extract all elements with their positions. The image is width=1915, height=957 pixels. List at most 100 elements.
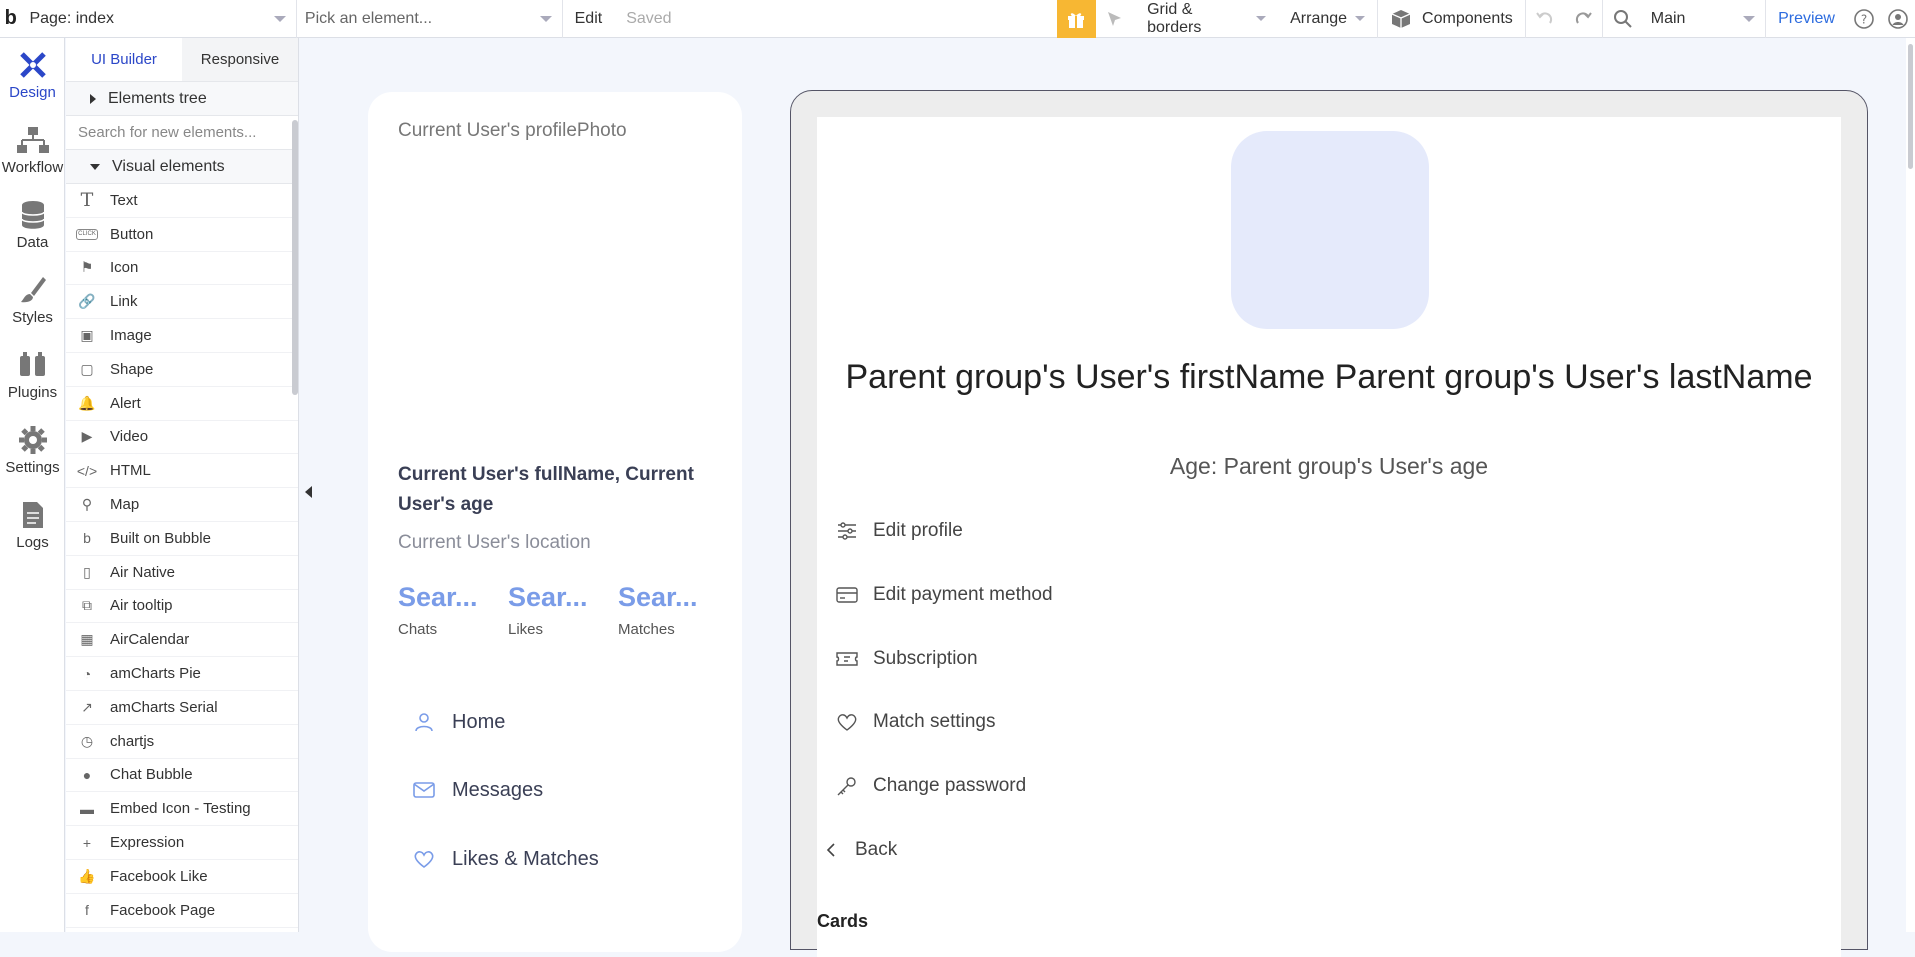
menu-subscription[interactable]: Subscription	[835, 647, 978, 671]
rail-logs[interactable]: Logs	[0, 488, 65, 563]
menu-edit-payment[interactable]: Edit payment method	[835, 583, 1053, 607]
element-list-item[interactable]: 🔗 Link	[66, 285, 298, 320]
arrange-label: Arrange	[1290, 9, 1348, 27]
element-list-item-label: Button	[110, 225, 154, 243]
element-search-input[interactable]: Search for new elements...	[66, 116, 298, 150]
left-nav-rail: Design Workflow Data Styles Plugins Sett…	[0, 38, 65, 932]
chevron-down-icon	[1256, 16, 1267, 21]
element-type-icon: f	[85, 902, 89, 919]
branch-selector[interactable]: Main	[1643, 0, 1767, 38]
rail-styles[interactable]: Styles	[0, 263, 65, 338]
profile-page-content: Parent group's User's firstName Parent g…	[817, 117, 1841, 957]
edit-button[interactable]: Edit	[563, 0, 615, 38]
account-icon[interactable]	[1881, 0, 1915, 38]
element-list-item[interactable]: ▯ Air Native	[66, 556, 298, 590]
element-list-item[interactable]: </> HTML	[66, 454, 298, 489]
element-list-item[interactable]: ▢ Shape	[66, 353, 298, 387]
stat-chats[interactable]: Sear... Chats	[398, 582, 508, 638]
element-list-item[interactable]: 🔔 Alert	[66, 387, 298, 421]
tab-ui-builder[interactable]: UI Builder	[66, 38, 182, 81]
profile-name-heading[interactable]: Parent group's User's firstName Parent g…	[817, 353, 1841, 401]
redo-icon[interactable]	[1564, 0, 1602, 38]
menu-match-settings[interactable]: Match settings	[835, 710, 996, 734]
caret-down-icon	[90, 163, 100, 170]
panel-tabs: UI Builder Responsive	[66, 38, 298, 82]
user-location-text[interactable]: Current User's location	[398, 532, 591, 554]
rail-workflow[interactable]: Workflow	[0, 113, 65, 188]
bubble-logo[interactable]: b	[0, 0, 21, 38]
rail-logs-label: Logs	[16, 534, 49, 551]
rail-settings[interactable]: Settings	[0, 413, 65, 488]
canvas-scrollbar-track[interactable]	[1906, 38, 1915, 932]
visual-elements-toggle[interactable]: Visual elements	[66, 150, 298, 184]
user-icon	[415, 713, 433, 732]
arrange-menu[interactable]: Arrange	[1278, 0, 1377, 38]
nav-home[interactable]: Home	[412, 710, 505, 734]
help-icon[interactable]: ?	[1847, 0, 1881, 38]
element-picker[interactable]: Pick an element...	[297, 0, 563, 38]
profile-sidebar-card[interactable]: Current User's profilePhoto Current User…	[368, 92, 742, 952]
grid-borders-menu[interactable]: Grid & borders	[1135, 0, 1278, 38]
element-type-icon: ⧉	[82, 597, 92, 614]
menu-change-password[interactable]: Change password	[835, 774, 1026, 798]
panel-scrollbar[interactable]	[292, 120, 298, 395]
nav-home-label: Home	[452, 710, 506, 733]
element-type-icon: ▬	[80, 800, 94, 817]
element-list-item[interactable]: ⚲ Map	[66, 488, 298, 522]
element-type-icon: ⚲	[81, 496, 93, 513]
element-picker-placeholder: Pick an element...	[304, 9, 433, 27]
element-list-item[interactable]: ⧉ Air tooltip	[66, 590, 298, 624]
element-list-item[interactable]: T Text	[66, 184, 298, 218]
undo-icon[interactable]	[1524, 0, 1564, 38]
element-list-item[interactable]: ▬ Embed Icon - Testing	[66, 792, 298, 827]
tab-responsive[interactable]: Responsive	[182, 38, 298, 81]
back-button[interactable]: Back	[823, 839, 897, 861]
element-list-item[interactable]: f Facebook Page	[66, 894, 298, 928]
profile-age-text[interactable]: Age: Parent group's User's age	[817, 453, 1841, 480]
nav-likes-matches-label: Likes & Matches	[452, 847, 599, 870]
stat-likes[interactable]: Sear... Likes	[508, 582, 618, 638]
cards-heading[interactable]: Cards	[817, 911, 868, 932]
components-button[interactable]: Components	[1377, 0, 1525, 38]
nav-messages[interactable]: Messages	[412, 778, 543, 802]
avatar[interactable]	[1231, 131, 1429, 329]
stat-matches[interactable]: Sear... Matches	[618, 582, 728, 638]
element-list-item[interactable]: ◔ amCharts Pie	[66, 657, 298, 691]
profile-photo-placeholder[interactable]: Current User's profilePhoto	[398, 120, 627, 142]
collapse-panel-icon[interactable]	[305, 486, 312, 498]
preview-button[interactable]: Preview	[1766, 0, 1847, 38]
canvas-scrollbar-thumb[interactable]	[1908, 44, 1913, 169]
design-icon	[19, 52, 46, 78]
element-list-item[interactable]: ⚑ Icon	[66, 252, 298, 286]
element-list-item[interactable]: ◷ chartjs	[66, 725, 298, 759]
key-icon	[837, 777, 856, 796]
workflow-icon	[16, 127, 49, 153]
profile-page-frame[interactable]: Parent group's User's firstName Parent g…	[790, 90, 1868, 957]
element-list-item[interactable]: ● Chat Bubble	[66, 759, 298, 793]
envelope-icon	[413, 782, 435, 798]
element-list-item[interactable]: ▣ Image	[66, 319, 298, 353]
search-icon[interactable]	[1601, 0, 1643, 38]
rail-plugins[interactable]: Plugins	[0, 338, 65, 413]
user-fullname-text[interactable]: Current User's fullName, Current User's …	[398, 460, 718, 520]
gift-icon[interactable]	[1056, 0, 1096, 38]
element-list-item[interactable]: + Expression	[66, 826, 298, 860]
element-type-icon: ⚑	[80, 259, 94, 276]
element-type-icon: ●	[82, 766, 92, 783]
rail-data[interactable]: Data	[0, 188, 65, 263]
element-list-item[interactable]: b Built on Bubble	[66, 522, 298, 556]
nav-likes-matches[interactable]: Likes & Matches	[412, 847, 599, 871]
cursor-icon[interactable]	[1096, 0, 1136, 38]
element-list-item[interactable]: CLICK Button	[66, 218, 298, 252]
element-type-icon: </>	[76, 462, 98, 479]
menu-edit-profile[interactable]: Edit profile	[835, 519, 963, 543]
element-list-item[interactable]: 👍 Facebook Like	[66, 860, 298, 894]
rail-design[interactable]: Design	[0, 38, 65, 113]
element-type-icon: ▣	[80, 327, 94, 344]
element-list-item[interactable]: ↗ amCharts Serial	[66, 691, 298, 725]
elements-tree-toggle[interactable]: Elements tree	[66, 82, 298, 116]
element-list-item[interactable]: ▦ AirCalendar	[66, 623, 298, 658]
element-list-item[interactable]: ▶ Video	[66, 421, 298, 455]
element-type-icon: ◔	[82, 665, 92, 682]
page-selector[interactable]: Page: index	[21, 0, 297, 38]
